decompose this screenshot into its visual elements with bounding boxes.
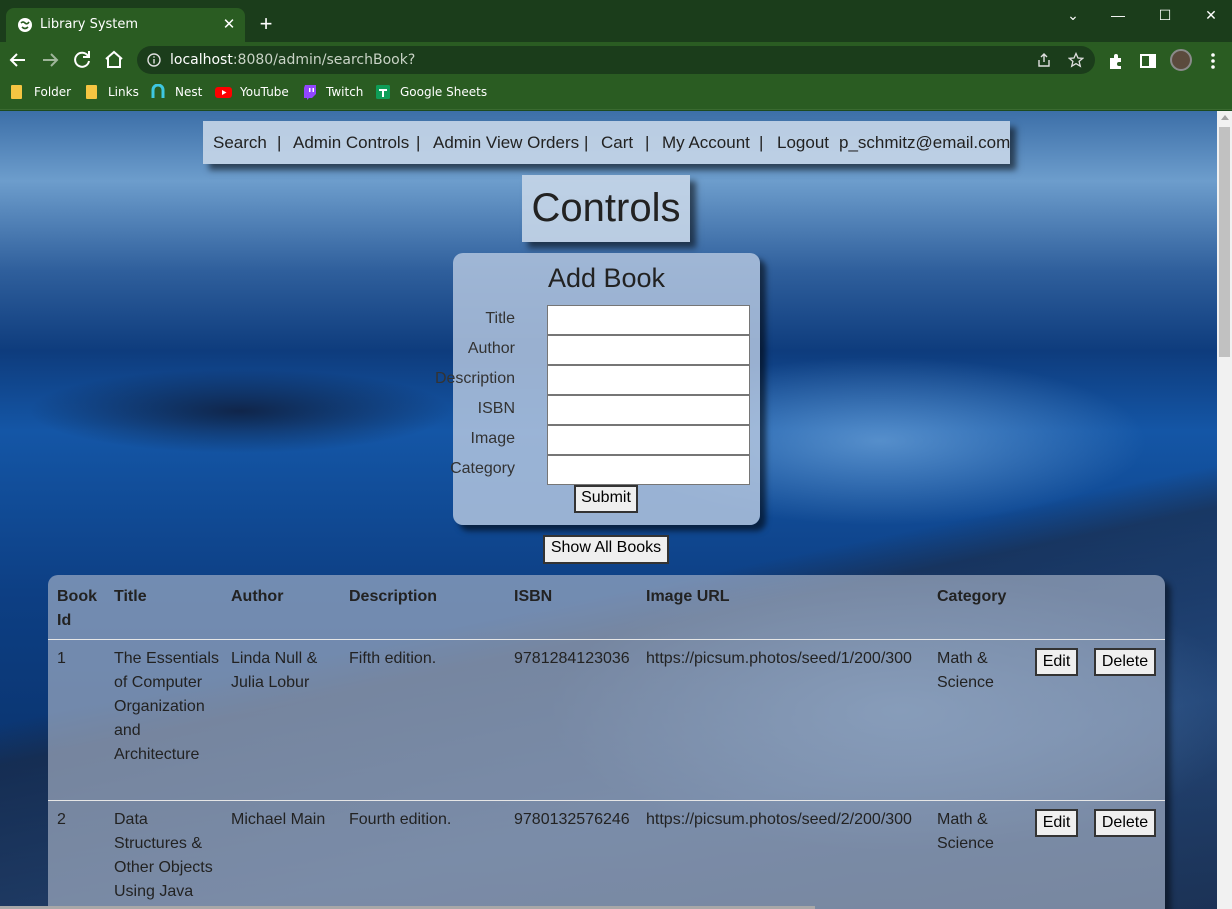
- cell-isbn: 9781284123036: [514, 650, 630, 667]
- author-input[interactable]: [547, 335, 750, 365]
- cell-author: Michael Main: [231, 811, 326, 828]
- browser-tab[interactable]: Library System ✕: [6, 8, 245, 42]
- cell-image-url: https://picsum.photos/seed/1/200/300: [646, 650, 912, 667]
- nav-user-email: p_schmitz@email.com: [839, 133, 1011, 152]
- nav-cart-link[interactable]: Cart: [601, 133, 633, 153]
- description-input[interactable]: [547, 365, 750, 395]
- cell-id: 2: [57, 811, 66, 828]
- header-isbn: ISBN: [514, 588, 553, 605]
- maximize-icon[interactable]: ☐: [1150, 4, 1180, 26]
- cell-isbn: 9780132576246: [514, 811, 630, 828]
- add-book-title: Add Book: [547, 263, 666, 293]
- cell-description: Fourth edition.: [349, 811, 452, 828]
- books-table: Book Id Title Author Description ISBN Im…: [48, 575, 1165, 909]
- nest-icon: [151, 84, 165, 98]
- nav-separator: |: [645, 133, 650, 152]
- category-input[interactable]: [547, 455, 750, 485]
- folder-icon: [11, 85, 22, 99]
- scroll-thumb[interactable]: [1219, 127, 1230, 357]
- close-tab-icon[interactable]: ✕: [220, 16, 238, 34]
- bookmark-folder[interactable]: Folder: [10, 84, 74, 104]
- url-text: localhost:8080/admin/searchBook?: [170, 52, 416, 68]
- forward-icon[interactable]: [38, 48, 62, 72]
- nav-separator: |: [584, 133, 589, 152]
- cell-id: 1: [57, 650, 66, 667]
- back-icon[interactable]: [6, 48, 30, 72]
- tab-strip: Library System ✕ + ⌄ — ☐ ✕: [0, 0, 1232, 42]
- header-title: Title: [114, 588, 147, 605]
- image-input[interactable]: [547, 425, 750, 455]
- header-image-url: Image URL: [646, 588, 730, 605]
- browser-toolbar: localhost:8080/admin/searchBook?: [0, 42, 1232, 78]
- header-book-id: Book Id: [57, 588, 97, 629]
- header-description: Description: [349, 588, 438, 605]
- page-title: Controls: [522, 175, 690, 242]
- nav-separator: |: [277, 133, 282, 152]
- header-author: Author: [231, 588, 284, 605]
- cell-category: Math & Science: [937, 650, 994, 691]
- title-input[interactable]: [547, 305, 750, 335]
- close-window-icon[interactable]: ✕: [1196, 4, 1226, 26]
- isbn-label: ISBN: [477, 400, 515, 417]
- isbn-input[interactable]: [547, 395, 750, 425]
- scroll-up-arrow-icon[interactable]: [1221, 115, 1229, 120]
- home-icon[interactable]: [102, 48, 126, 72]
- address-bar[interactable]: localhost:8080/admin/searchBook?: [137, 46, 1095, 74]
- title-label: Title: [485, 310, 515, 327]
- top-nav: Search | Admin Controls | Admin View Ord…: [203, 121, 1010, 164]
- menu-icon[interactable]: [1203, 51, 1223, 71]
- nav-search-link[interactable]: Search: [213, 133, 267, 153]
- bookmark-nest[interactable]: Nest: [151, 84, 205, 104]
- header-category: Category: [937, 588, 1007, 605]
- profile-avatar[interactable]: [1170, 49, 1192, 71]
- nav-admin-view-orders-link[interactable]: Admin View Orders: [433, 133, 579, 153]
- delete-button[interactable]: Delete: [1094, 809, 1156, 837]
- youtube-icon: [215, 87, 232, 98]
- nav-separator: |: [416, 133, 421, 152]
- cell-image-url: https://picsum.photos/seed/2/200/300: [646, 811, 912, 828]
- cell-title: The Essentials of Computer Organization …: [114, 650, 219, 763]
- page-viewport: Search | Admin Controls | Admin View Ord…: [0, 111, 1217, 909]
- row-divider: [48, 639, 1165, 640]
- tab-search-icon[interactable]: ⌄: [1058, 4, 1088, 26]
- edit-button[interactable]: Edit: [1035, 809, 1078, 837]
- nav-admin-controls-link[interactable]: Admin Controls: [293, 133, 409, 153]
- show-all-books-button[interactable]: Show All Books: [543, 535, 669, 564]
- image-label: Image: [470, 430, 515, 447]
- google-sheets-icon: [376, 85, 390, 99]
- vertical-scrollbar[interactable]: [1217, 111, 1232, 909]
- minimize-icon[interactable]: —: [1103, 4, 1133, 26]
- delete-button[interactable]: Delete: [1094, 648, 1156, 676]
- author-label: Author: [467, 340, 515, 357]
- folder-icon: [86, 85, 97, 99]
- side-panel-icon[interactable]: [1138, 51, 1158, 71]
- extensions-icon[interactable]: [1106, 51, 1126, 71]
- cell-category: Math & Science: [937, 811, 994, 852]
- row-divider: [48, 800, 1165, 801]
- star-icon[interactable]: [1068, 52, 1084, 68]
- new-tab-icon[interactable]: +: [254, 13, 278, 37]
- category-label: Category: [450, 460, 515, 477]
- info-icon[interactable]: [147, 53, 161, 67]
- cell-title: Data Structures & Other Objects Using Ja…: [114, 811, 213, 900]
- cell-author: Linda Null & Julia Lobur: [231, 650, 318, 691]
- cell-description: Fifth edition.: [349, 650, 437, 667]
- nav-separator: |: [759, 133, 764, 152]
- add-book-form: Add Book Title Author Description ISBN I…: [435, 253, 760, 525]
- reload-icon[interactable]: [70, 48, 94, 72]
- twitch-icon: [304, 85, 316, 100]
- bookmark-youtube[interactable]: YouTube: [215, 84, 290, 104]
- bookmarks-bar: Folder Links Nest YouTube Twitch Google …: [0, 78, 1232, 110]
- bookmark-links[interactable]: Links: [85, 84, 139, 104]
- edit-button[interactable]: Edit: [1035, 648, 1078, 676]
- bookmark-twitch[interactable]: Twitch: [303, 84, 363, 104]
- submit-button[interactable]: Submit: [574, 485, 638, 513]
- globe-icon: [18, 18, 32, 32]
- share-icon[interactable]: [1036, 52, 1052, 68]
- nav-my-account-link[interactable]: My Account: [662, 133, 750, 153]
- nav-logout-link[interactable]: Logout: [777, 133, 829, 153]
- bookmark-google-sheets[interactable]: Google Sheets: [376, 84, 487, 104]
- description-label: Description: [434, 370, 515, 387]
- tab-title: Library System: [40, 17, 139, 32]
